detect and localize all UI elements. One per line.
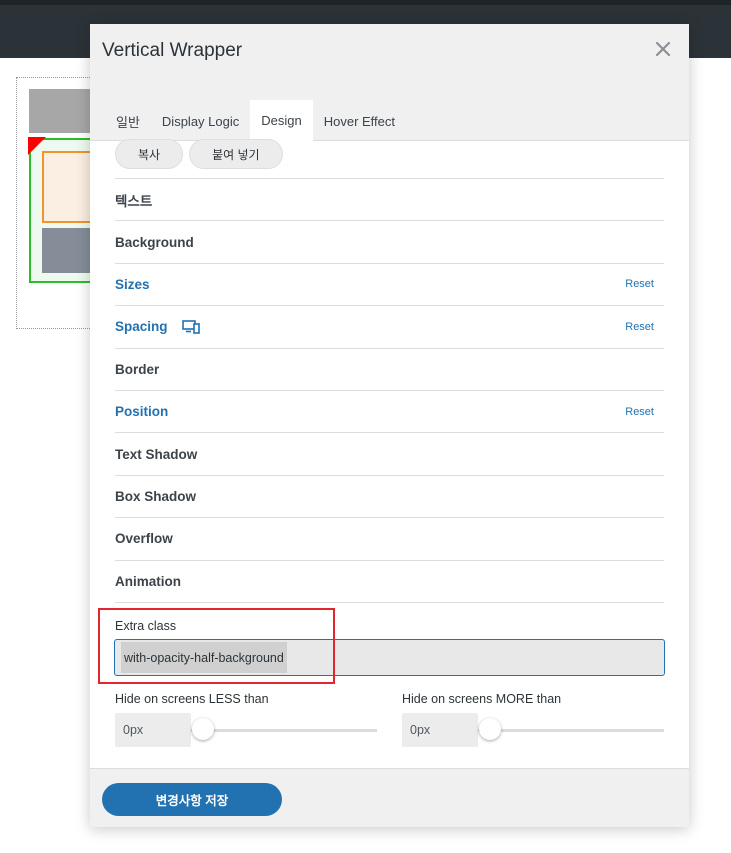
hide-more-label: Hide on screens MORE than (402, 692, 562, 706)
tab-hover-effect[interactable]: Hover Effect (313, 101, 406, 141)
dialog-header: Vertical Wrapper 일반 Display Logic Design… (90, 24, 689, 141)
section-label: Animation (115, 573, 181, 589)
position-reset-link[interactable]: Reset (625, 406, 654, 418)
dialog-title: Vertical Wrapper (102, 40, 243, 61)
section-label: Box Shadow (115, 488, 197, 504)
section-label: Sizes (115, 276, 150, 292)
section-background[interactable]: Background (115, 220, 664, 262)
section-spacing[interactable]: Spacing Reset (115, 305, 664, 347)
section-text-shadow[interactable]: Text Shadow (115, 432, 664, 474)
section-label: Position (115, 404, 169, 420)
section-divider (115, 601, 664, 603)
section-text[interactable]: 텍스트 (115, 178, 664, 220)
copy-paste-row: 복사 붙여 넣기 (115, 139, 283, 169)
save-changes-button[interactable]: 변경사항 저장 (102, 783, 282, 816)
section-label: Border (115, 361, 160, 377)
section-position[interactable]: Position Reset (115, 389, 664, 432)
hide-more-slider-knob[interactable] (479, 718, 501, 740)
dialog-footer: 변경사항 저장 (90, 768, 689, 827)
hide-more-slider-track[interactable] (478, 729, 664, 732)
copy-button[interactable]: 복사 (115, 139, 184, 169)
section-label: Background (115, 234, 194, 250)
element-settings-dialog: Vertical Wrapper 일반 Display Logic Design… (90, 24, 689, 827)
section-label: Spacing (115, 319, 168, 335)
section-label: Text Shadow (115, 446, 198, 462)
annotation-highlight-box (98, 608, 335, 684)
hide-more-input[interactable]: 0px (402, 713, 478, 747)
tab-design[interactable]: Design (250, 100, 313, 141)
spacing-label-group: Spacing (115, 319, 200, 334)
hide-less-input[interactable]: 0px (115, 713, 191, 747)
close-icon[interactable] (652, 38, 674, 60)
hide-less-slider-track[interactable] (191, 729, 377, 732)
selected-element-marker (28, 137, 46, 155)
section-box-shadow[interactable]: Box Shadow (115, 474, 664, 517)
top-bar-edge (0, 0, 731, 5)
hide-less-label: Hide on screens LESS than (115, 692, 269, 706)
sizes-reset-link[interactable]: Reset (625, 278, 654, 290)
section-border[interactable]: Border (115, 347, 664, 390)
hide-less-slider-knob[interactable] (192, 718, 214, 740)
spacing-reset-link[interactable]: Reset (625, 321, 654, 333)
section-animation[interactable]: Animation (115, 559, 664, 602)
section-label: 텍스트 (115, 193, 153, 209)
section-overflow[interactable]: Overflow (115, 517, 664, 559)
responsive-devices-icon[interactable] (181, 320, 200, 334)
section-label: Overflow (115, 531, 173, 547)
tab-display-logic[interactable]: Display Logic (151, 101, 250, 141)
section-sizes[interactable]: Sizes Reset (115, 262, 664, 305)
tab-general[interactable]: 일반 (105, 101, 151, 141)
paste-button[interactable]: 붙여 넣기 (189, 139, 283, 169)
settings-tabs: 일반 Display Logic Design Hover Effect (105, 78, 406, 141)
design-sections: 텍스트 Background Sizes Reset Spacing Reset… (115, 178, 664, 603)
